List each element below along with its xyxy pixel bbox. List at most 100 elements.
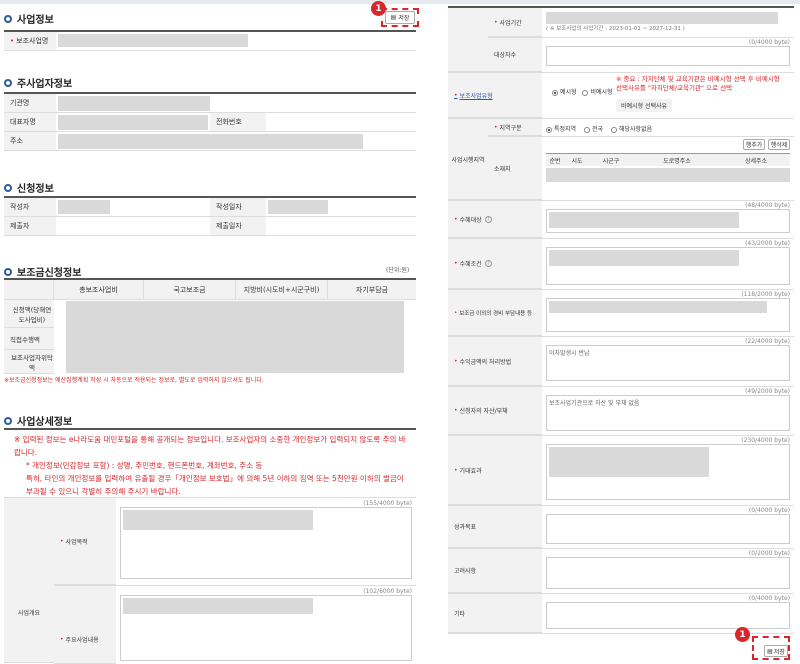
col-road: 도로명주소 xyxy=(663,157,691,165)
target-counter: (0/4000 byte) xyxy=(748,39,790,46)
purpose-textarea[interactable] xyxy=(120,507,412,579)
write-date-label: 작성일자 xyxy=(210,198,266,216)
grant-row-label-apply: 신청액(당해연도사업비) xyxy=(4,300,54,328)
recruit-notice: ※ 중요 : 자치단체 및 교육기관은 비예시형 선택 후 비예시형 선택사유를… xyxy=(616,75,780,92)
step-marker-1-bottom: 1 xyxy=(735,627,750,642)
period-value xyxy=(546,12,778,24)
bullet-icon xyxy=(4,78,12,87)
ceo-label: 대표자명 xyxy=(4,113,56,131)
condition-textarea[interactable] xyxy=(546,247,790,285)
radio-none-label: 해당사항없음 xyxy=(618,126,653,133)
detail-table: 사업개요 • 사업목적 (155/4000 byte) • 주요사업내용 (102/… xyxy=(4,497,416,664)
effect-counter: (230/4000 byte) xyxy=(741,437,790,444)
save-button-top[interactable]: ▤ 저장 xyxy=(385,11,415,24)
overview-group-label: 사업개요 xyxy=(4,498,54,663)
col-sido: 시도 xyxy=(571,157,583,165)
goal-label: 성과목표 xyxy=(448,506,542,548)
col-no: 순번 xyxy=(549,157,561,165)
asset-textarea[interactable]: 보조사업기관으로 자산 및 부채 없음 xyxy=(546,395,790,431)
radio-nonexample[interactable] xyxy=(582,89,589,96)
grant-unit: (단위:원) xyxy=(386,267,410,274)
recruit-type-label[interactable]: • 보조사업유형 xyxy=(448,73,542,118)
grant-header-blank xyxy=(4,280,54,299)
submitter-value xyxy=(56,217,210,235)
grant-row-label-direct: 직접수행액 xyxy=(4,328,54,350)
area-radios: 특정지역 전국 해당사항없음 xyxy=(542,119,794,136)
radio-none[interactable] xyxy=(610,126,617,133)
radio-example[interactable] xyxy=(552,89,558,96)
section-title-text: 사업정보 xyxy=(17,15,54,26)
biz-name-field[interactable] xyxy=(56,32,416,50)
condition-counter: (43/2000 byte) xyxy=(745,240,790,247)
content-textarea[interactable] xyxy=(120,595,412,661)
grant-note: ※보조금신청정보는 예산집행계획 작성 시 자동으로 적용되는 정보로, 별도로… xyxy=(4,377,264,384)
revenue-counter: (22/4000 byte) xyxy=(745,338,790,345)
radio-specific[interactable] xyxy=(546,126,552,133)
radio-nation[interactable] xyxy=(584,126,591,133)
section-title-host: 주사업자정보 xyxy=(4,75,72,90)
target-textarea[interactable] xyxy=(546,46,790,66)
section-title-grant: 보조금신청정보 xyxy=(4,264,81,279)
goal-textarea[interactable] xyxy=(546,514,790,544)
content-counter: (102/6000 byte) xyxy=(363,588,412,595)
etc-counter: (0/4000 byte) xyxy=(748,595,790,602)
beneficiary-textarea[interactable] xyxy=(546,209,790,233)
radio-specific-label: 특정지역 xyxy=(554,126,577,133)
effect-label: • 기대효과 xyxy=(448,436,542,505)
notice-line-3: 특히, 타인의 개인정보를 입력하여 유출될 경우「개인정보 보호법」에 의해 … xyxy=(26,474,404,496)
biz-table: • 보조사업명 xyxy=(4,30,416,51)
grant-row-label-entrust: 보조사업자위탁액 xyxy=(4,350,54,374)
phone-label: 전화번호 xyxy=(210,113,266,131)
section-title-apply: 신청정보 xyxy=(4,180,54,195)
step-marker-1: 1 xyxy=(371,1,386,16)
grant-header-total: 총보조사업비 xyxy=(54,280,144,299)
bullet-icon xyxy=(4,183,12,192)
writer-label: 작성자 xyxy=(4,198,56,216)
apply-table: 작성자 작성일자 제출자 제출일자 xyxy=(4,196,416,236)
top-border xyxy=(0,0,800,4)
revenue-textarea[interactable]: 이자발생시 반납 xyxy=(546,345,790,381)
nonexample-reason-label: 비예시형 선택사유 xyxy=(616,99,672,112)
grant-header-national: 국고보조금 xyxy=(144,280,236,299)
beneficiary-label: • 수혜대상? xyxy=(448,201,542,238)
consider-textarea[interactable] xyxy=(546,557,790,589)
save-icon: ▤ xyxy=(390,14,397,21)
submit-date-value xyxy=(266,217,416,235)
add-row-button[interactable]: 행추가 xyxy=(743,139,765,150)
bullet-icon xyxy=(4,416,12,425)
grant-table: 총보조사업비 국고보조금 지방비(시도비+시군구비) 자기부담금 신청액(당해연… xyxy=(4,278,416,374)
etc-textarea[interactable] xyxy=(546,602,790,629)
save-button-bottom[interactable]: ▤ 저장 xyxy=(764,645,788,657)
radio-example-label: 예시형 xyxy=(560,89,577,96)
section-title-text: 사업상세정보 xyxy=(17,417,73,428)
help-icon[interactable]: ? xyxy=(484,215,492,223)
section-title-text: 신청정보 xyxy=(17,184,54,195)
radio-nonexample-label: 비예시형 xyxy=(590,89,613,96)
section-title-text: 보조금신청정보 xyxy=(17,268,82,279)
help-icon[interactable]: ? xyxy=(484,260,492,267)
goal-counter: (0/4000 byte) xyxy=(748,507,790,514)
consider-label: 고려사항 xyxy=(448,549,542,593)
bullet-icon xyxy=(4,14,12,23)
area-type-label: • 지역구분 xyxy=(488,119,542,136)
addr-value xyxy=(56,132,416,150)
writer-value xyxy=(56,198,210,216)
burden-textarea[interactable] xyxy=(546,298,790,332)
location-row[interactable] xyxy=(546,168,790,182)
recruit-radios: 예시형 비예시형 xyxy=(552,87,613,96)
org-value xyxy=(56,94,416,112)
condition-label: • 수혜조건? xyxy=(448,239,542,289)
grant-values xyxy=(54,300,416,374)
save-icon: ▤ xyxy=(767,647,773,655)
effect-textarea[interactable] xyxy=(546,444,790,500)
ceo-value xyxy=(56,113,210,131)
detail-notice: ※ 입력된 정보는 e나라도움 대민포털을 통해 공개되는 정보입니다. 보조사… xyxy=(4,428,416,498)
right-panel: • 사업기간 ( ※ 보조사업의 사업기간 : 2023-01-01 ~ 2027… xyxy=(448,6,794,663)
period-group-label xyxy=(448,8,488,72)
area-label: 사업시행지역 xyxy=(448,119,488,200)
target-label: 대상자수 xyxy=(488,38,542,72)
save-label: 저장 xyxy=(773,648,785,656)
period-text: ( ※ 보조사업의 사업기간 : 2023-01-01 ~ 2027-12-31… xyxy=(546,26,685,32)
section-title-biz: 사업정보 xyxy=(4,11,54,26)
delete-row-button[interactable]: 행삭제 xyxy=(768,139,790,150)
